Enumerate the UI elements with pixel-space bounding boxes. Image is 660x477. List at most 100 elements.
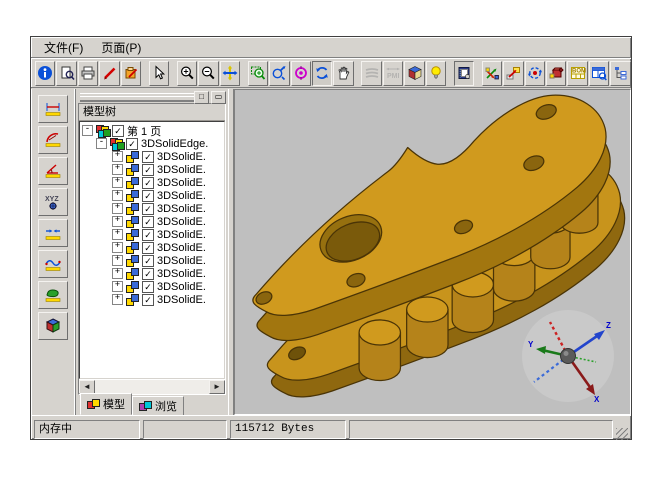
expand-icon[interactable]: + [112,268,123,279]
tree-item-label: 3DSolidE. [157,281,206,293]
expand-icon[interactable]: + [112,281,123,292]
measure-radius-button[interactable] [38,126,68,154]
markup-file-button[interactable] [121,61,141,86]
tree-item-assembly[interactable]: - ✓ 3DSolidEdge. [82,137,224,150]
transform-axes-button[interactable] [482,61,502,86]
tree-item-part[interactable]: + ✓ 3DSolidE. [82,293,224,306]
zoom-out-button[interactable] [198,61,218,86]
rotate-center-button[interactable] [291,61,311,86]
expand-icon[interactable]: + [112,242,123,253]
tree-item-label: 3DSolidEdge. [141,138,208,150]
checkbox[interactable]: ✓ [142,151,154,163]
collapse-icon[interactable]: - [96,138,107,149]
tree-item-part[interactable]: + ✓ 3DSolidE. [82,163,224,176]
attribute-table-button[interactable] [589,61,609,86]
rotate-part-button[interactable] [525,61,545,86]
tree-item-part[interactable]: + ✓ 3DSolidE. [82,215,224,228]
measure-area-button[interactable] [38,281,68,309]
checkbox[interactable]: ✓ [142,216,154,228]
tree-item-label: 3DSolidE. [157,268,206,280]
tab-browse[interactable]: 浏览 [132,396,184,415]
checkbox[interactable]: ✓ [142,255,154,267]
pan-button[interactable] [220,61,240,86]
status-bar: 内存中 115712 Bytes [31,415,631,441]
render-mode-button[interactable] [404,61,424,86]
tree-item-page[interactable]: - ✓ 第 1 页 [82,124,224,137]
panel-float-button[interactable]: □ [194,91,209,104]
checkbox[interactable]: ✓ [142,190,154,202]
expand-icon[interactable]: + [112,164,123,175]
tree-area[interactable]: - ✓ 第 1 页 - ✓ 3DSolidEdge. + [79,121,225,379]
print-button[interactable] [78,61,98,86]
tree-item-part[interactable]: + ✓ 3DSolidE. [82,150,224,163]
checkbox[interactable]: ✓ [142,203,154,215]
info-button[interactable] [35,61,55,86]
tab-model[interactable]: 模型 [80,393,132,415]
checkbox[interactable]: ✓ [142,268,154,280]
main-area: XYZ □ ▭ 模型树 - ✓ [31,88,631,415]
scroll-right-arrow[interactable]: ► [209,380,225,394]
checkbox[interactable]: ✓ [142,164,154,176]
tree-item-label: 第 1 页 [127,123,161,139]
panel-grip-bar[interactable]: □ ▭ [78,91,226,102]
viewport-3d[interactable]: Z X Y [234,89,631,415]
menu-page[interactable]: 页面(P) [92,37,150,58]
measure-distance-button[interactable] [38,219,68,247]
expand-icon[interactable]: + [112,216,123,227]
lighting-button[interactable] [426,61,446,86]
layers-button[interactable] [361,61,381,86]
tree-item-part[interactable]: + ✓ 3DSolidE. [82,241,224,254]
zoom-in-button[interactable] [177,61,197,86]
expand-icon[interactable]: + [112,203,123,214]
measure-curve-button[interactable] [38,250,68,278]
tree-item-part[interactable]: + ✓ 3DSolidE. [82,189,224,202]
tree-horizontal-scrollbar[interactable]: ◄ ► [79,379,225,394]
expand-icon[interactable]: + [112,229,123,240]
move-part-button[interactable] [503,61,523,86]
pmi-button[interactable]: PMI [383,61,403,86]
checkbox[interactable]: ✓ [112,125,124,137]
hand-pan-button[interactable] [333,61,353,86]
checkbox[interactable]: ✓ [126,138,138,150]
model-tree-button[interactable] [610,61,630,86]
tree-item-part[interactable]: + ✓ 3DSolidE. [82,202,224,215]
print-preview-button[interactable] [56,61,76,86]
measure-volume-button[interactable] [38,312,68,340]
rotate-center-icon [293,65,309,81]
tree-item-part[interactable]: + ✓ 3DSolidE. [82,280,224,293]
explode-button[interactable] [546,61,566,86]
orientation-trackball[interactable]: Z X Y [520,308,616,404]
measure-toolbar: XYZ [31,89,76,415]
expand-icon[interactable]: + [112,177,123,188]
panel-hide-button[interactable]: ▭ [211,91,226,104]
expand-icon[interactable]: + [112,190,123,201]
scroll-left-arrow[interactable]: ◄ [79,380,95,394]
tree-item-part[interactable]: + ✓ 3DSolidE. [82,176,224,189]
tree-item-part[interactable]: + ✓ 3DSolidE. [82,267,224,280]
select-arrow-button[interactable] [149,61,169,86]
collapse-icon[interactable]: - [82,125,93,136]
bom-button[interactable]: BOM [567,61,587,86]
checkbox[interactable]: ✓ [142,281,154,293]
scroll-track[interactable] [95,380,209,394]
measure-coordinate-button[interactable]: XYZ [38,188,68,216]
checkbox[interactable]: ✓ [142,229,154,241]
checkbox[interactable]: ✓ [142,242,154,254]
expand-icon[interactable]: + [112,255,123,266]
measure-angle-button[interactable] [38,157,68,185]
zoom-window-button[interactable] [248,61,268,86]
menu-file[interactable]: 文件(F) [35,37,92,58]
tree-item-part[interactable]: + ✓ 3DSolidE. [82,228,224,241]
tree-item-part[interactable]: + ✓ 3DSolidE. [82,254,224,267]
hand-pan-icon [336,65,352,81]
checkbox[interactable]: ✓ [142,177,154,189]
expand-icon[interactable]: + [112,151,123,162]
checkbox[interactable]: ✓ [142,294,154,306]
markup-pen-button[interactable] [99,61,119,86]
resize-grip[interactable] [616,428,628,440]
rotate-button[interactable] [312,61,332,86]
measure-length-button[interactable] [38,95,68,123]
zoom-dynamic-button[interactable] [269,61,289,86]
notebook-button[interactable] [454,61,474,86]
expand-icon[interactable]: + [112,294,123,305]
